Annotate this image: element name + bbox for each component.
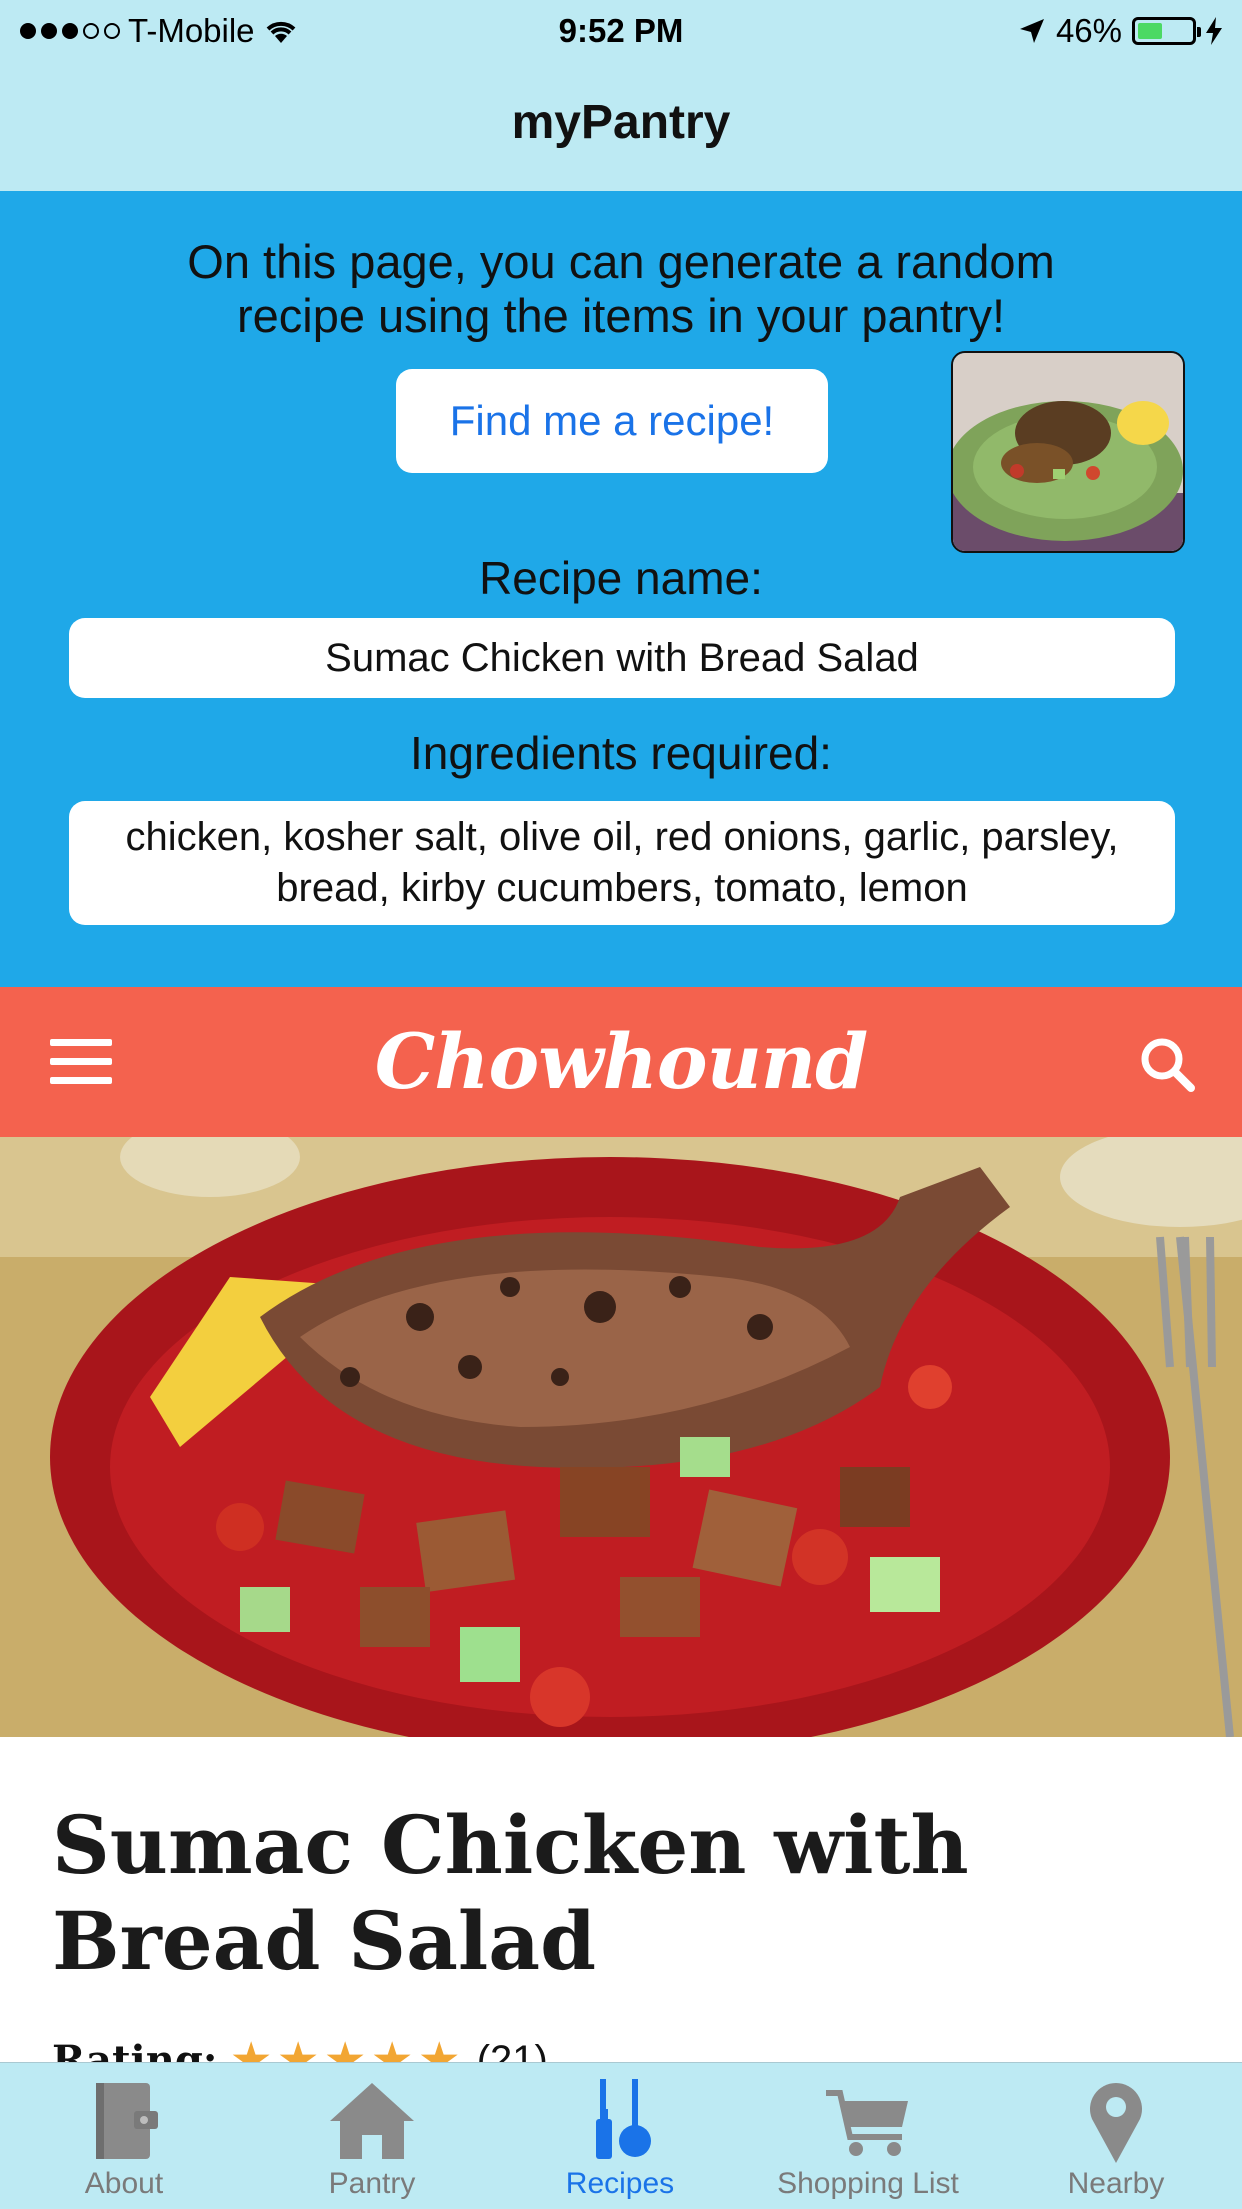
page-title: myPantry — [511, 96, 731, 149]
ingredients-field[interactable]: chicken, kosher salt, olive oil, red oni… — [69, 801, 1175, 925]
battery-percent: 46% — [1055, 12, 1122, 49]
article-content: Sumac Chicken with Bread Salad Rating: ★… — [0, 1737, 1242, 2062]
intro-text: On this page, you can generate a random … — [187, 235, 1055, 342]
battery-icon — [1132, 17, 1201, 45]
status-bar: T-Mobile 9:52 PM 46% — [0, 0, 1242, 64]
tab-shopping-list[interactable]: Shopping List — [744, 2063, 992, 2209]
tab-recipes[interactable]: Recipes — [496, 2063, 744, 2209]
tab-label: Recipes — [565, 2167, 675, 2200]
tab-nearby[interactable]: Nearby — [992, 2063, 1242, 2209]
home-icon — [330, 2083, 414, 2159]
recipe-thumbnail-image — [951, 351, 1185, 553]
tab-about[interactable]: About — [0, 2063, 248, 2209]
location-pin-icon — [1090, 2083, 1142, 2163]
tab-bar: About Pantry Recipes Shopping List Nearb… — [0, 2062, 1242, 2209]
utensils-icon — [596, 2079, 651, 2159]
article-title: Sumac Chicken with Bread Salad — [52, 1798, 969, 1988]
rating-label: Rating: — [52, 2036, 218, 2063]
chowhound-header: Chowhound — [0, 987, 1242, 1137]
top-bar: T-Mobile 9:52 PM 46% myPantry — [0, 0, 1242, 191]
star-rating-icon: ★★★★★ — [229, 2034, 465, 2062]
tab-pantry[interactable]: Pantry — [248, 2063, 496, 2209]
tab-label: About — [84, 2167, 164, 2200]
recipe-hero-image — [0, 1137, 1242, 1737]
chowhound-logo[interactable]: Chowhound — [0, 1017, 1242, 1106]
tab-label: Pantry — [328, 2167, 416, 2200]
search-icon[interactable] — [1138, 1035, 1196, 1093]
recipe-generator-panel: On this page, you can generate a random … — [0, 191, 1242, 987]
location-arrow-icon — [1019, 19, 1044, 43]
find-recipe-button[interactable]: Find me a recipe! — [396, 369, 828, 473]
rating-count[interactable]: (21) — [477, 2038, 548, 2063]
tab-label: Shopping List — [777, 2167, 959, 2200]
recipe-name-label: Recipe name: — [479, 552, 763, 604]
cart-icon — [826, 2090, 908, 2156]
ingredients-label: Ingredients required: — [410, 727, 832, 779]
rating-row: Rating: ★★★★★ (21) — [52, 2032, 548, 2062]
charging-bolt-icon — [1206, 17, 1222, 45]
tab-label: Nearby — [1067, 2167, 1165, 2200]
recipe-name-field[interactable]: Sumac Chicken with Bread Salad — [69, 618, 1175, 698]
book-icon — [96, 2083, 158, 2159]
status-right: 46% — [1018, 12, 1222, 50]
